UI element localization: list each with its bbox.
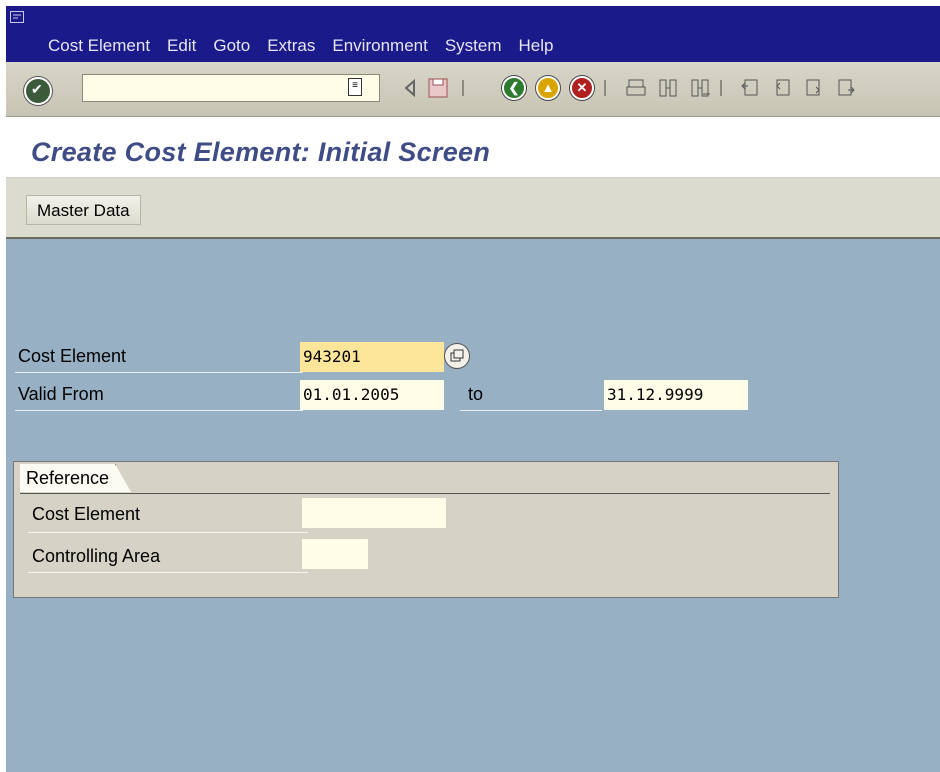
command-field[interactable] [82, 74, 380, 102]
standard-toolbar: ≡ ❮ ▲ ✕ [6, 62, 940, 117]
system-menu-icon[interactable] [10, 8, 24, 23]
menu-environment[interactable]: Environment [332, 36, 427, 56]
master-data-button[interactable]: Master Data [26, 195, 141, 225]
reference-cost-element-input[interactable] [302, 498, 446, 528]
valid-from-input[interactable]: 01.01.2005 [300, 380, 444, 410]
controlling-area-label: Controlling Area [32, 546, 161, 566]
work-area: Cost Element 943201 Valid From 01.01.200… [6, 239, 940, 772]
exit-icon[interactable]: ▲ [536, 76, 560, 100]
enter-icon[interactable] [24, 77, 52, 105]
to-label: to [468, 384, 484, 404]
reference-cost-element-label: Cost Element [32, 504, 141, 524]
menu-extras[interactable]: Extras [267, 36, 315, 56]
back-icon[interactable]: ❮ [502, 76, 526, 100]
value-help-icon[interactable] [444, 343, 470, 369]
first-page-icon[interactable] [738, 76, 762, 100]
menu-system[interactable]: System [445, 36, 502, 56]
collapse-command-icon[interactable] [398, 76, 422, 100]
save-icon[interactable] [426, 76, 450, 100]
menu-goto[interactable]: Goto [213, 36, 250, 56]
menu-cost-element[interactable]: Cost Element [48, 36, 150, 56]
cost-element-label: Cost Element [18, 346, 127, 366]
menu-edit[interactable]: Edit [167, 36, 196, 56]
previous-page-icon[interactable] [770, 76, 794, 100]
find-next-icon[interactable] [688, 76, 712, 100]
reference-group-title: Reference [20, 464, 132, 492]
reference-group: Reference Cost Element Controlling Area [13, 461, 839, 598]
title-bar: Create Cost Element: Initial Screen [6, 117, 940, 178]
cost-element-input[interactable]: 943201 [300, 342, 444, 372]
menu-bar: Cost Element Edit Goto Extras Environmen… [6, 6, 940, 62]
menu-help[interactable]: Help [519, 36, 554, 56]
next-page-icon[interactable] [802, 76, 826, 100]
find-icon[interactable] [656, 76, 680, 100]
controlling-area-input[interactable] [302, 539, 368, 569]
command-history-icon[interactable]: ≡ [348, 78, 362, 96]
last-page-icon[interactable] [834, 76, 858, 100]
print-icon[interactable] [624, 76, 648, 100]
cancel-icon[interactable]: ✕ [570, 76, 594, 100]
page-title: Create Cost Element: Initial Screen [31, 137, 491, 167]
valid-from-label: Valid From [18, 384, 104, 404]
valid-to-input[interactable]: 31.12.9999 [604, 380, 748, 410]
application-toolbar: Master Data [6, 178, 940, 239]
